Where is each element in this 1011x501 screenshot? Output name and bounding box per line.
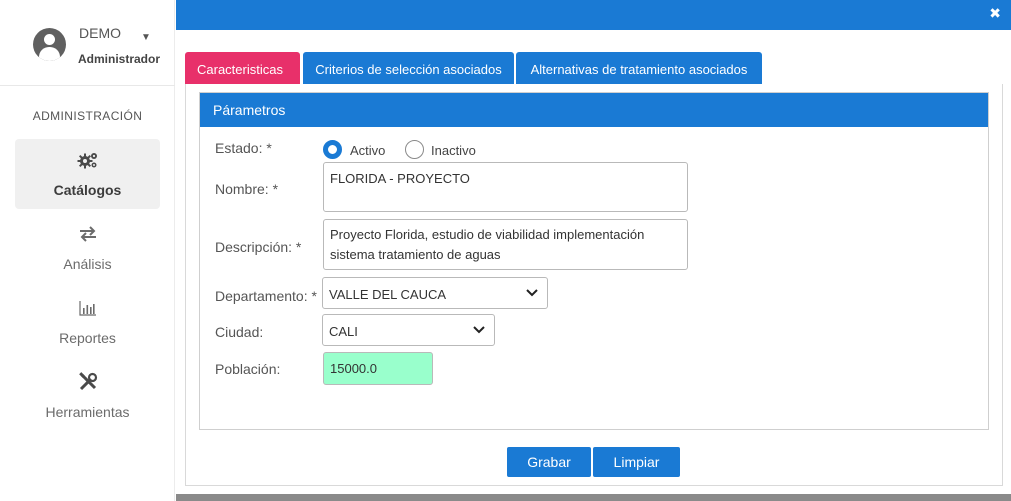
estado-inactivo-radio[interactable] — [405, 140, 424, 159]
poblacion-input[interactable]: 15000.0 — [323, 352, 433, 385]
descripcion-label: Descripción: * — [215, 239, 302, 255]
bar-chart-icon — [15, 297, 160, 319]
ciudad-label: Ciudad: — [215, 324, 264, 340]
sidebar-item-herramientas[interactable]: Herramientas — [15, 361, 160, 431]
sidebar-item-label: Análisis — [63, 256, 112, 272]
sidebar: DEMO ▼ Administrador ADMINISTRACIÓN Catá… — [0, 0, 175, 501]
departamento-label: Departamento: * — [215, 288, 317, 304]
sidebar-section-title: ADMINISTRACIÓN — [32, 109, 143, 123]
tab-criterios-seleccion[interactable]: Criterios de selección asociados — [303, 52, 514, 85]
user-role: Administrador — [78, 52, 161, 66]
chevron-down-icon — [473, 326, 485, 334]
estado-inactivo-label: Inactivo — [431, 143, 476, 158]
descripcion-textarea[interactable]: Proyecto Florida, estudio de viabilidad … — [323, 219, 688, 270]
chevron-down-icon — [526, 289, 538, 297]
exchange-icon — [15, 223, 160, 245]
estado-label: Estado: * — [215, 140, 272, 156]
avatar-icon — [33, 28, 66, 61]
modal-header-bar: ✖ — [176, 0, 1011, 30]
ciudad-value: CALI — [329, 324, 358, 339]
sidebar-item-label: Herramientas — [45, 404, 130, 420]
ciudad-select[interactable]: CALI — [322, 314, 495, 346]
sidebar-item-reportes[interactable]: Reportes — [15, 287, 160, 357]
gears-icon — [15, 149, 160, 171]
app-window: DEMO ▼ Administrador ADMINISTRACIÓN Catá… — [0, 0, 1011, 501]
tools-icon — [15, 371, 160, 393]
nombre-input[interactable]: FLORIDA - PROYECTO — [323, 162, 688, 212]
departamento-value: VALLE DEL CAUCA — [329, 287, 447, 302]
user-menu[interactable]: DEMO ▼ Administrador — [0, 0, 175, 86]
tab-alternativas-tratamiento[interactable]: Alternativas de tratamiento asociados — [516, 52, 762, 85]
caret-down-icon[interactable]: ▼ — [141, 32, 151, 43]
panel-title: Párametros — [200, 93, 988, 127]
clear-button[interactable]: Limpiar — [593, 447, 680, 477]
sidebar-item-label: Reportes — [59, 330, 116, 346]
sidebar-item-label: Catálogos — [53, 182, 122, 198]
departamento-select[interactable]: VALLE DEL CAUCA — [322, 277, 548, 309]
estado-activo-label: Activo — [350, 143, 386, 158]
poblacion-label: Población: — [215, 361, 281, 377]
sidebar-item-analisis[interactable]: Análisis — [15, 213, 160, 283]
close-icon[interactable]: ✖ — [989, 5, 1001, 22]
tab-caracteristicas[interactable]: Caracteristicas — [185, 52, 300, 85]
nombre-label: Nombre: * — [215, 181, 279, 197]
bottom-bar — [176, 494, 1011, 501]
save-button[interactable]: Grabar — [507, 447, 591, 477]
estado-activo-radio[interactable] — [323, 140, 342, 159]
user-name: DEMO — [79, 25, 121, 41]
sidebar-item-catalogos[interactable]: Catálogos — [15, 139, 160, 209]
